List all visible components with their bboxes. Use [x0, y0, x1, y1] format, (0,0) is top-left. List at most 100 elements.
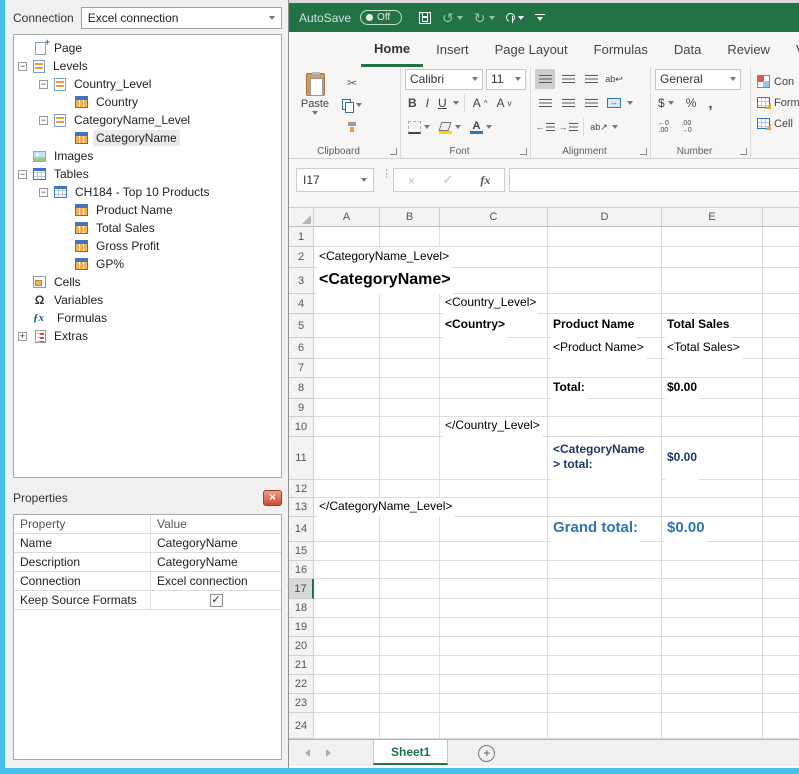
tree-item-gross-profit[interactable]: Gross Profit	[14, 237, 281, 255]
cell[interactable]	[763, 294, 799, 314]
cell[interactable]	[380, 378, 440, 399]
cell[interactable]	[662, 480, 763, 498]
cell[interactable]	[440, 338, 548, 359]
cell[interactable]	[314, 314, 380, 338]
cell[interactable]	[440, 599, 548, 618]
cell[interactable]	[314, 637, 380, 656]
row-header-6[interactable]: 6	[289, 338, 314, 359]
cell[interactable]	[440, 359, 548, 378]
connection-dropdown[interactable]: Excel connection	[81, 7, 282, 29]
cell[interactable]	[662, 561, 763, 579]
cell[interactable]	[440, 694, 548, 713]
cell[interactable]	[440, 437, 548, 480]
cell[interactable]	[548, 480, 662, 498]
cell[interactable]	[662, 498, 763, 517]
row-header-23[interactable]: 23	[289, 694, 314, 713]
collapse-icon[interactable]: −	[39, 116, 48, 125]
close-icon[interactable]: ×	[263, 490, 282, 506]
bold-button[interactable]: B	[405, 92, 420, 114]
formula-bar-resize-handle[interactable]: ⋮	[381, 171, 392, 177]
tree-item-images[interactable]: Images	[14, 147, 281, 165]
cell[interactable]	[440, 498, 548, 517]
cell[interactable]	[662, 618, 763, 637]
name-box[interactable]: I17	[296, 168, 374, 192]
cell-A2[interactable]: <CategoryName_Level>	[317, 247, 451, 268]
cell[interactable]	[763, 338, 799, 359]
align-right-button[interactable]	[581, 93, 601, 113]
align-left-button[interactable]	[535, 93, 555, 113]
new-sheet-button[interactable]: +	[478, 745, 495, 762]
cell[interactable]	[314, 561, 380, 579]
column-header-partial[interactable]	[763, 208, 799, 227]
tree-item-ch184-top-10-products[interactable]: −CH184 - Top 10 Products	[14, 183, 281, 201]
cell[interactable]	[548, 675, 662, 694]
tree-item-tables[interactable]: −Tables	[14, 165, 281, 183]
paste-button[interactable]: Paste	[296, 73, 334, 115]
cell[interactable]	[662, 656, 763, 675]
cell[interactable]	[662, 359, 763, 378]
cell[interactable]	[314, 675, 380, 694]
cell[interactable]	[548, 542, 662, 561]
cell[interactable]	[763, 618, 799, 637]
conditional-formatting-button[interactable]: Con	[751, 71, 799, 92]
cell[interactable]	[380, 338, 440, 359]
cell[interactable]	[380, 579, 440, 599]
cell-E8[interactable]: $0.00	[665, 378, 699, 399]
cell[interactable]	[440, 656, 548, 675]
cell[interactable]	[662, 637, 763, 656]
cell[interactable]	[548, 561, 662, 579]
cell[interactable]	[314, 294, 380, 314]
cell[interactable]	[763, 694, 799, 713]
increase-indent-button[interactable]: →	[558, 117, 578, 137]
tree-item-cells[interactable]: Cells	[14, 273, 281, 291]
touch-mode-button[interactable]	[506, 13, 524, 22]
cell[interactable]	[548, 498, 662, 517]
cell[interactable]	[662, 417, 763, 437]
tree-item-categoryname-level[interactable]: −CategoryName_Level	[14, 111, 281, 129]
enter-icon[interactable]: ✓	[442, 172, 453, 188]
dialog-launcher-icon[interactable]	[740, 148, 747, 155]
cell[interactable]	[763, 675, 799, 694]
tree-item-formulas[interactable]: ƒxFormulas	[14, 309, 281, 327]
align-center-button[interactable]	[558, 93, 578, 113]
underline-button[interactable]: U	[435, 92, 450, 114]
row-header-12[interactable]: 12	[289, 480, 314, 498]
cell[interactable]	[380, 314, 440, 338]
cell-A3[interactable]: <CategoryName>	[317, 268, 453, 294]
insert-function-icon[interactable]: fx	[480, 173, 490, 188]
row-header-22[interactable]: 22	[289, 675, 314, 694]
row-header-3[interactable]: 3	[289, 268, 314, 294]
cell[interactable]	[548, 713, 662, 739]
cell[interactable]	[548, 656, 662, 675]
cell[interactable]	[662, 694, 763, 713]
row-header-14[interactable]: 14	[289, 517, 314, 542]
cell[interactable]	[440, 561, 548, 579]
row-header-7[interactable]: 7	[289, 359, 314, 378]
cell[interactable]	[380, 599, 440, 618]
tree-item-country[interactable]: Country	[14, 93, 281, 111]
cell[interactable]	[380, 675, 440, 694]
cell[interactable]	[380, 694, 440, 713]
cell[interactable]	[662, 579, 763, 599]
cell[interactable]	[440, 637, 548, 656]
cell-D5[interactable]: Product Name	[551, 314, 636, 338]
cell[interactable]	[314, 227, 380, 247]
cell[interactable]	[763, 637, 799, 656]
cell[interactable]	[440, 227, 548, 247]
cell[interactable]	[763, 656, 799, 675]
cell[interactable]	[763, 378, 799, 399]
collapse-icon[interactable]: −	[39, 80, 48, 89]
cell[interactable]	[380, 618, 440, 637]
expand-icon[interactable]: +	[18, 332, 27, 341]
cell-C10[interactable]: </Country_Level>	[443, 417, 542, 437]
cell[interactable]	[440, 713, 548, 739]
comma-button[interactable]: ,	[705, 92, 715, 114]
cell[interactable]	[440, 247, 548, 268]
cell[interactable]	[662, 227, 763, 247]
font-color-button[interactable]: A	[467, 116, 495, 138]
row-header-2[interactable]: 2	[289, 247, 314, 268]
cell[interactable]	[763, 713, 799, 739]
cell[interactable]	[763, 437, 799, 480]
row-header-21[interactable]: 21	[289, 656, 314, 675]
row-header-19[interactable]: 19	[289, 618, 314, 637]
